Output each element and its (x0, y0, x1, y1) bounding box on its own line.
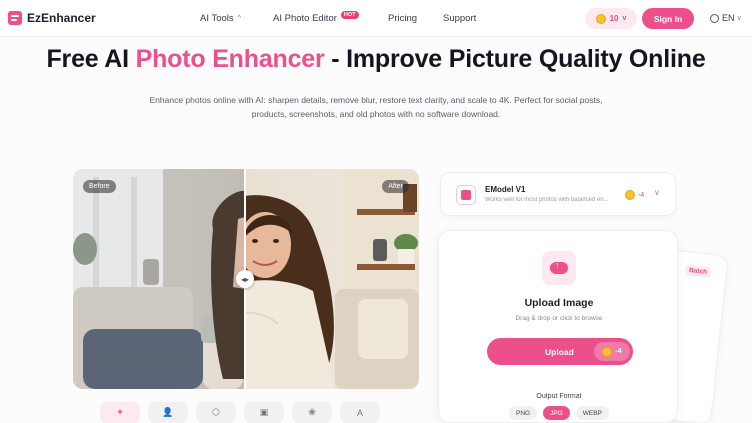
slider-handle[interactable]: ◂▸ (236, 270, 254, 288)
tool-enhance-button[interactable]: ✦ (100, 402, 140, 423)
chevron-down-icon: v (655, 188, 659, 197)
language-label: EN (722, 13, 735, 23)
coin-icon (625, 190, 635, 200)
drag-arrows-icon: ◂▸ (240, 274, 250, 284)
tool-category-bar: ✦ 👤 ⬡ ▣ ❀ A (100, 402, 380, 423)
nav-item-pricing[interactable]: Pricing (388, 13, 417, 24)
tool-product-button[interactable]: ⬡ (196, 402, 236, 423)
tool-pet-button[interactable]: ❀ (292, 402, 332, 423)
model-cost-value: -4 (638, 191, 645, 199)
credits-count: 10 (609, 14, 619, 23)
globe-icon (710, 13, 719, 23)
upload-icon-container (542, 251, 576, 285)
text-icon: A (356, 407, 363, 418)
page-description: Enhance photos online with AI: sharpen d… (149, 95, 603, 119)
nav-item-support[interactable]: Support (443, 13, 476, 24)
chevron-down-icon: v (737, 14, 742, 22)
nav-item-label: Support (443, 13, 477, 24)
cloud-upload-icon (550, 260, 568, 274)
title-start: Free AI (46, 45, 136, 73)
after-label: After (382, 180, 409, 193)
model-name: EModel V1 (485, 185, 526, 194)
tool-portrait-button[interactable]: 👤 (148, 402, 188, 423)
page-title: Free AI Photo Enhancer - Improve Picture… (0, 45, 752, 74)
output-format-options: PNG JPG WEBP (509, 406, 609, 420)
title-accent: Photo Enhancer (135, 45, 325, 73)
nav-item-label: Pricing (388, 13, 418, 24)
before-after-comparison[interactable]: Before After ◂▸ (73, 169, 419, 389)
upload-cost-badge: -4 (594, 342, 630, 361)
model-icon (456, 185, 476, 205)
nav-item-ai-tools[interactable]: AI Tools ^ (200, 13, 241, 24)
model-selector[interactable]: EModel V1 Works well for most photos wit… (440, 172, 676, 216)
sign-in-button[interactable]: Sign In (642, 8, 694, 29)
person-icon: 👤 (162, 407, 174, 417)
logo-text: EzEnhancer (27, 11, 96, 25)
model-cost: -4 (625, 190, 644, 200)
format-webp-option[interactable]: WEBP (575, 406, 609, 420)
format-png-option[interactable]: PNG (509, 406, 538, 420)
box-icon: ⬡ (212, 407, 220, 417)
title-end: - Improve Picture Quality Online (324, 45, 706, 73)
chevron-up-icon: ^ (237, 15, 241, 22)
nav-item-label: AI Photo Editor (273, 13, 337, 24)
logo-icon (8, 11, 22, 25)
before-label: Before (83, 180, 116, 193)
image-icon: ▣ (259, 407, 269, 417)
upload-button-label: Upload (545, 347, 574, 357)
format-jpg-option[interactable]: JPG (543, 406, 570, 420)
upload-dropzone[interactable]: Upload Image Drag & drop or click to bro… (438, 230, 678, 423)
upload-button[interactable]: Upload -4 (487, 338, 633, 365)
upload-cost-value: -4 (615, 348, 622, 355)
tool-image-button[interactable]: ▣ (244, 402, 284, 423)
credits-button[interactable]: 10 v (585, 8, 637, 29)
nav-item-ai-photo-editor[interactable]: AI Photo Editor HOT (273, 10, 359, 24)
magic-wand-icon: ✦ (116, 407, 124, 417)
tool-text-button[interactable]: A (340, 402, 380, 423)
output-format-label: Output Format (536, 393, 582, 400)
language-selector[interactable]: EN v (710, 13, 741, 23)
paw-icon: ❀ (308, 407, 316, 417)
model-description: Works well for most photos with balanced… (485, 197, 609, 203)
upload-title: Upload Image (524, 297, 594, 309)
coin-icon (602, 346, 613, 357)
upload-hint: Drag & drop or click to browse (515, 315, 603, 322)
hot-badge: HOT (340, 10, 359, 19)
logo[interactable]: EzEnhancer (8, 11, 96, 25)
chevron-down-icon: v (622, 15, 627, 22)
coin-icon (595, 13, 606, 24)
top-navigation: EzEnhancer AI Tools ^ AI Photo Editor HO… (0, 0, 752, 37)
nav-item-label: AI Tools (200, 13, 234, 24)
